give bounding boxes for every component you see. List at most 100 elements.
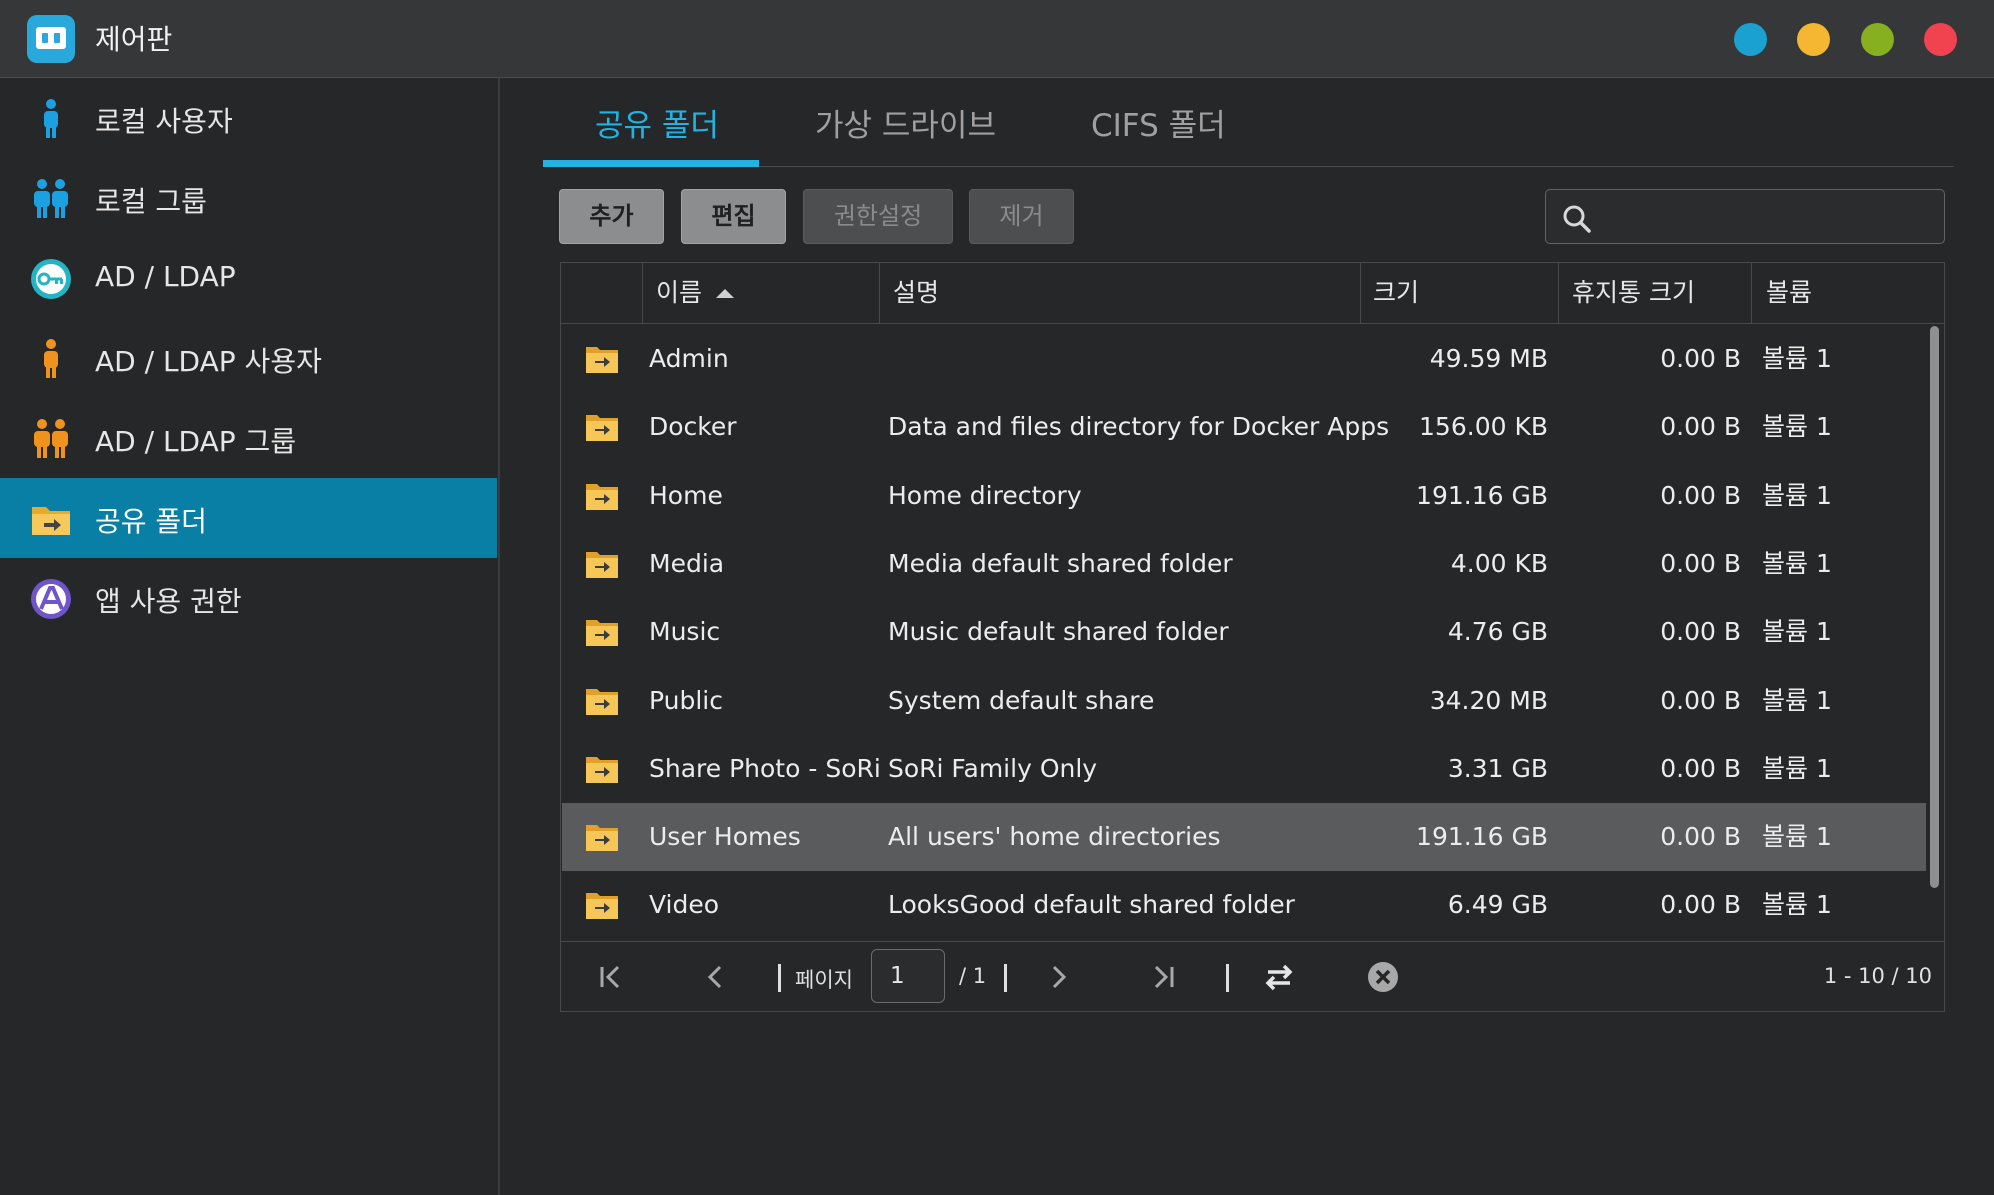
total-pages: / 1 — [959, 964, 987, 988]
column-divider — [1558, 263, 1559, 323]
sidebar-item-app-permissions[interactable]: 앱 사용 권한 — [0, 558, 497, 638]
cell-name: Video — [649, 890, 720, 920]
cell-size: 4.00 KB — [1450, 548, 1548, 578]
stop-icon[interactable] — [1366, 960, 1400, 994]
cell-trash-size: 0.00 B — [1660, 412, 1741, 442]
cell-name: Share Photo - SoRi — [649, 753, 881, 783]
cell-name: Music — [649, 617, 721, 647]
column-header-name[interactable]: 이름 — [656, 263, 735, 323]
control-panel-window: 제어판 로컬 사용자 로컬 그룹 AD / LDAP AD / LDAP 사용자… — [0, 0, 1994, 1195]
cell-size: 4.76 GB — [1447, 617, 1548, 647]
table-row[interactable]: Home Home directory 191.16 GB 0.00 B 볼륨 1 — [562, 462, 1926, 530]
column-header-trash-size[interactable]: 휴지통 크기 — [1572, 263, 1695, 323]
permission-settings-button[interactable]: 권한설정 — [803, 189, 953, 244]
search-box — [1545, 189, 1945, 244]
cell-volume: 볼륨 1 — [1762, 480, 1832, 510]
info-window-button[interactable] — [1734, 23, 1767, 56]
shared-folder-icon — [586, 620, 618, 647]
cell-volume: 볼륨 1 — [1762, 685, 1832, 715]
column-header-label: 이름 — [656, 278, 703, 307]
table-row[interactable]: Public System default share 34.20 MB 0.00 B… — [562, 667, 1926, 735]
sidebar-item-label: AD / LDAP 사용자 — [95, 345, 322, 378]
tab-cifs-folder[interactable]: CIFS 폴더 — [1091, 100, 1226, 145]
next-page-icon[interactable] — [1041, 960, 1075, 994]
table-row[interactable]: Admin 49.59 MB 0.00 B 볼륨 1 — [562, 325, 1926, 393]
cell-description: SoRi Family Only — [888, 753, 1098, 783]
shared-folder-icon — [586, 825, 618, 852]
sidebar-item-ad-ldap-users[interactable]: AD / LDAP 사용자 — [0, 318, 497, 398]
app-permission-icon — [31, 579, 71, 619]
sidebar-item-label: 로컬 사용자 — [95, 105, 233, 138]
table-row[interactable]: Docker Data and files directory for Docke… — [562, 393, 1926, 461]
cell-volume: 볼륨 1 — [1762, 617, 1832, 647]
sidebar-item-label: AD / LDAP 그룹 — [95, 425, 297, 458]
cell-trash-size: 0.00 B — [1660, 890, 1741, 920]
table-header: 이름 설명 크기 휴지통 크기 볼륨 — [561, 263, 1944, 324]
add-button[interactable]: 추가 — [559, 189, 664, 244]
cell-description: LooksGood default shared folder — [888, 890, 1295, 920]
search-input[interactable] — [1602, 198, 1936, 236]
cell-description: All users' home directories — [888, 822, 1221, 852]
sidebar-item-shared-folders[interactable]: 공유 폴더 — [0, 478, 497, 558]
close-window-button[interactable] — [1924, 23, 1957, 56]
table-row[interactable]: Video LooksGood default shared folder 6.49… — [562, 871, 1926, 939]
cell-name: Docker — [649, 412, 737, 442]
cell-trash-size: 0.00 B — [1660, 685, 1741, 715]
maximize-window-button[interactable] — [1861, 23, 1894, 56]
cell-size: 156.00 KB — [1419, 412, 1548, 442]
column-divider — [1751, 263, 1752, 323]
app-title: 제어판 — [95, 23, 173, 56]
table-row[interactable]: Music Music default shared folder 4.76 GB 0… — [562, 598, 1926, 666]
column-header-size[interactable]: 크기 — [1373, 263, 1419, 323]
column-header-volume[interactable]: 볼륨 — [1766, 263, 1812, 323]
column-header-description[interactable]: 설명 — [893, 263, 939, 323]
cell-trash-size: 0.00 B — [1660, 822, 1741, 852]
sidebar-item-ad-ldap[interactable]: AD / LDAP — [0, 238, 497, 318]
cell-name: Public — [649, 685, 723, 715]
refresh-icon[interactable] — [1262, 960, 1296, 994]
sidebar: 로컬 사용자 로컬 그룹 AD / LDAP AD / LDAP 사용자 AD … — [0, 78, 500, 1195]
cell-description: Music default shared folder — [888, 617, 1229, 647]
user-icon — [44, 99, 58, 138]
pager-separator — [1226, 964, 1229, 992]
edit-button[interactable]: 편집 — [681, 189, 786, 244]
last-page-icon[interactable] — [1146, 960, 1180, 994]
cell-volume: 볼륨 1 — [1762, 890, 1832, 920]
cell-size: 3.31 GB — [1447, 753, 1548, 783]
sidebar-item-ad-ldap-groups[interactable]: AD / LDAP 그룹 — [0, 398, 497, 478]
cell-name: User Homes — [649, 822, 801, 852]
shared-folder-icon — [586, 551, 618, 578]
shared-folder-icon — [586, 893, 618, 920]
active-tab-indicator — [543, 160, 759, 167]
table-row[interactable]: User Homes All users' home directories 191… — [562, 803, 1926, 872]
cell-trash-size: 0.00 B — [1660, 617, 1741, 647]
tab-virtual-drive[interactable]: 가상 드라이브 — [815, 100, 996, 145]
table-row[interactable]: Share Photo - SoRi SoRi Family Only 3.31 G… — [562, 735, 1926, 803]
cell-size: 49.59 MB — [1429, 344, 1548, 373]
group-icon — [34, 419, 68, 458]
pagination-bar: 페이지 / 1 1 - 10 / 10 — [561, 941, 1944, 1012]
group-icon — [34, 179, 68, 218]
minimize-window-button[interactable] — [1797, 23, 1830, 56]
remove-button[interactable]: 제거 — [969, 189, 1074, 244]
page-number-input[interactable] — [871, 949, 945, 1003]
tab-shared-folders[interactable]: 공유 폴더 — [595, 100, 719, 145]
page-label: 페이지 — [795, 968, 853, 992]
sidebar-item-label: 공유 폴더 — [95, 505, 207, 538]
sidebar-item-local-users[interactable]: 로컬 사용자 — [0, 78, 497, 158]
first-page-icon[interactable] — [594, 960, 628, 994]
search-icon — [1563, 205, 1591, 233]
column-divider — [1360, 263, 1361, 323]
sidebar-item-local-groups[interactable]: 로컬 그룹 — [0, 158, 497, 238]
scrollbar-thumb[interactable] — [1930, 326, 1939, 888]
previous-page-icon[interactable] — [699, 960, 733, 994]
shared-folder-table: 이름 설명 크기 휴지통 크기 볼륨 Admin 49.59 MB 0.00 B 볼륨… — [560, 262, 1945, 1012]
cell-size: 191.16 GB — [1416, 480, 1548, 510]
shared-folder-icon — [586, 483, 618, 510]
cell-name: Admin — [649, 344, 729, 373]
sidebar-item-label: 로컬 그룹 — [95, 185, 207, 218]
cell-size: 191.16 GB — [1416, 822, 1548, 852]
cell-trash-size: 0.00 B — [1660, 548, 1741, 578]
table-row[interactable]: Media Media default shared folder 4.00 KB 0… — [562, 530, 1926, 598]
table-scrollbar[interactable] — [1927, 326, 1941, 888]
